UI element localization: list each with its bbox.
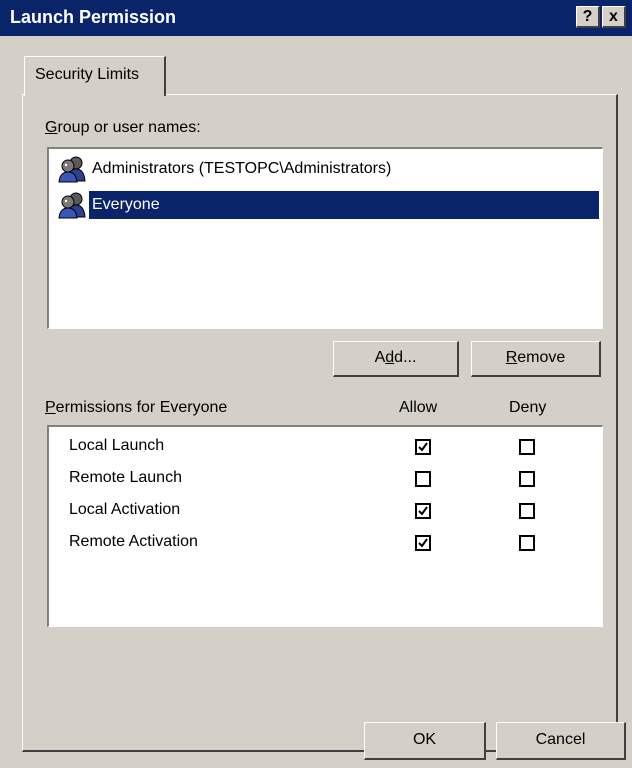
deny-checkbox[interactable] — [519, 535, 535, 551]
permission-name: Remote Launch — [69, 469, 182, 486]
group-names-label: Group or user names: — [45, 119, 201, 136]
window-title: Launch Permission — [10, 7, 177, 27]
permission-row: Remote Activation — [49, 527, 597, 559]
permission-row: Remote Launch — [49, 463, 597, 495]
add-button[interactable]: Add... — [333, 341, 459, 377]
allow-checkbox[interactable] — [415, 503, 431, 519]
list-item-label: Administrators (TESTOPC\Administrators) — [92, 160, 392, 177]
ok-button[interactable]: OK — [364, 722, 486, 760]
close-button[interactable]: x — [602, 6, 626, 28]
tab-panel: Group or user names: Administrators (TES… — [22, 94, 618, 752]
users-group-icon — [57, 191, 87, 219]
deny-checkbox[interactable] — [519, 439, 535, 455]
tab-label: Security Limits — [35, 66, 140, 83]
tab-security-limits[interactable]: Security Limits — [24, 56, 166, 96]
allow-header: Allow — [399, 399, 438, 416]
launch-permission-dialog: Launch Permission ? x Security Limits Gr… — [0, 0, 632, 768]
list-item[interactable]: Everyone — [53, 189, 599, 221]
permission-name: Local Launch — [69, 437, 165, 454]
group-user-list[interactable]: Administrators (TESTOPC\Administrators) … — [47, 147, 603, 329]
list-item[interactable]: Administrators (TESTOPC\Administrators) — [53, 153, 599, 185]
permission-row: Local Activation — [49, 495, 597, 527]
cancel-button[interactable]: Cancel — [496, 722, 626, 760]
list-item-label: Everyone — [89, 191, 599, 219]
deny-checkbox[interactable] — [519, 471, 535, 487]
users-group-icon — [57, 155, 87, 183]
allow-checkbox[interactable] — [415, 535, 431, 551]
permissions-list: Local Launch Remote Launch Local Activatio… — [47, 425, 603, 627]
permissions-label: Permissions for Everyone — [45, 399, 228, 416]
help-button[interactable]: ? — [576, 6, 600, 28]
deny-checkbox[interactable] — [519, 503, 535, 519]
title-bar: Launch Permission ? x — [0, 0, 632, 36]
permission-name: Remote Activation — [69, 533, 198, 550]
allow-checkbox[interactable] — [415, 471, 431, 487]
allow-checkbox[interactable] — [415, 439, 431, 455]
remove-button[interactable]: Remove — [471, 341, 601, 377]
permission-name: Local Activation — [69, 501, 181, 518]
permission-row: Local Launch — [49, 431, 597, 463]
deny-header: Deny — [509, 399, 547, 416]
